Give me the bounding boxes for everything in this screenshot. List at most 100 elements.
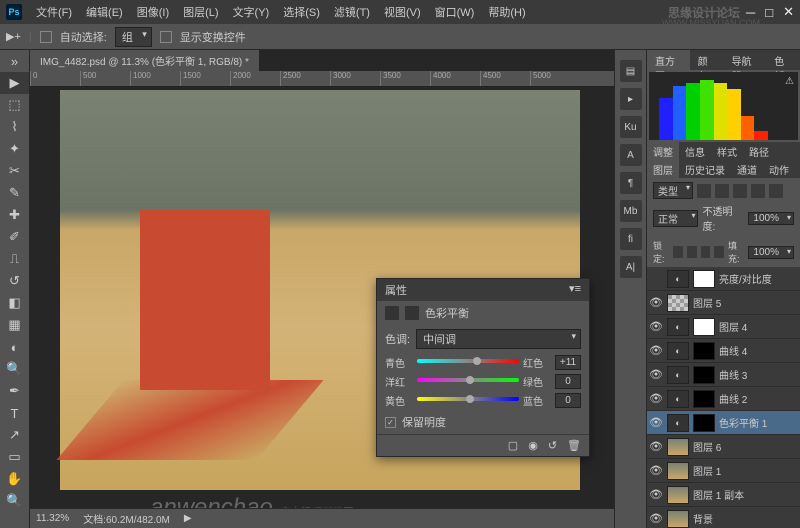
visibility-toggle[interactable]: 👁 [649, 416, 663, 429]
lock-pos-icon[interactable] [701, 246, 711, 258]
auto-select-checkbox[interactable] [40, 31, 52, 43]
blend-mode-combo[interactable]: 正常 [653, 210, 698, 227]
pen-tool[interactable]: ✒ [0, 380, 29, 402]
layer-thumbnail[interactable] [667, 294, 689, 312]
tab-info[interactable]: 信息 [679, 142, 711, 160]
dodge-tool[interactable]: 🔍 [0, 358, 29, 380]
hand-tool[interactable]: ✋ [0, 468, 29, 490]
tab-adjustments[interactable]: 调整 [647, 142, 679, 160]
close-icon[interactable]: ✕ [783, 4, 794, 20]
properties-tab[interactable]: 属性 [385, 282, 407, 298]
menu-select[interactable]: 选择(S) [277, 2, 326, 22]
layer-name[interactable]: 图层 4 [719, 319, 747, 334]
tab-styles[interactable]: 样式 [711, 142, 743, 160]
menu-window[interactable]: 窗口(W) [429, 2, 481, 22]
yellow-blue-slider[interactable] [417, 397, 519, 405]
fill-value[interactable]: 100% [748, 246, 794, 259]
brush-tool[interactable]: ✐ [0, 226, 29, 248]
view-previous-icon[interactable]: ◉ [528, 439, 538, 452]
visibility-toggle[interactable]: 👁 [649, 440, 663, 453]
crop-tool[interactable]: ✂ [0, 160, 29, 182]
tab-navigator[interactable]: 导航器 [724, 50, 767, 70]
visibility-toggle[interactable]: 👁 [649, 464, 663, 477]
layer-thumbnail[interactable]: ◐ [667, 414, 689, 432]
layer-thumbnail[interactable] [693, 390, 715, 408]
layer-row[interactable]: 👁◐曲线 3 [647, 363, 800, 387]
tone-combo[interactable]: 中间调 [416, 329, 581, 349]
type-tool[interactable]: T [0, 402, 29, 424]
filter-adj-icon[interactable] [715, 184, 729, 198]
reset-icon[interactable]: ↺ [548, 439, 557, 452]
dock-brush-icon[interactable]: Mb [620, 200, 642, 222]
dock-kuler-icon[interactable]: Ku [620, 116, 642, 138]
collapse-icon[interactable]: » [0, 50, 29, 72]
visibility-toggle[interactable]: 👁 [649, 296, 663, 309]
menu-file[interactable]: 文件(F) [30, 2, 78, 22]
layer-filter-kind[interactable]: 类型 [653, 182, 693, 199]
filter-smart-icon[interactable] [769, 184, 783, 198]
blur-tool[interactable]: ◐ [0, 336, 29, 358]
layer-name[interactable]: 图层 1 副本 [693, 487, 744, 502]
lock-all-icon[interactable] [714, 246, 724, 258]
clip-icon[interactable]: ▢ [508, 439, 518, 452]
visibility-toggle[interactable]: 👁 [649, 320, 663, 333]
layer-thumbnail[interactable]: ◐ [667, 342, 689, 360]
dock-actions-icon[interactable]: ▸ [620, 88, 642, 110]
magenta-green-slider[interactable] [417, 378, 519, 386]
lock-trans-icon[interactable] [673, 246, 683, 258]
tab-histogram[interactable]: 直方图 [647, 50, 690, 70]
gradient-tool[interactable]: ▦ [0, 314, 29, 336]
wand-tool[interactable]: ✦ [0, 138, 29, 160]
layer-thumbnail[interactable] [667, 438, 689, 456]
layer-name[interactable]: 图层 1 [693, 463, 721, 478]
dock-char-icon[interactable]: A [620, 144, 642, 166]
opacity-value[interactable]: 100% [748, 212, 794, 225]
layer-row[interactable]: 👁 图层 6 [647, 435, 800, 459]
layer-thumbnail[interactable] [693, 318, 715, 336]
visibility-toggle[interactable]: 👁 [649, 488, 663, 501]
layer-name[interactable]: 图层 6 [693, 439, 721, 454]
visibility-toggle[interactable]: 👁 [649, 368, 663, 381]
move-tool[interactable]: ▶ [0, 72, 29, 94]
layer-row[interactable]: 👁 背景 [647, 507, 800, 528]
delete-icon[interactable]: 🗑 [567, 439, 581, 452]
tab-layers[interactable]: 图层 [647, 160, 679, 178]
tab-history[interactable]: 历史记录 [679, 160, 731, 178]
visibility-toggle[interactable]: 👁 [649, 512, 663, 525]
path-tool[interactable]: ↗ [0, 424, 29, 446]
eraser-tool[interactable]: ◧ [0, 292, 29, 314]
layer-thumbnail[interactable] [667, 462, 689, 480]
layer-name[interactable]: 曲线 4 [719, 343, 747, 358]
status-arrow-icon[interactable]: ▶ [184, 513, 192, 524]
layer-name[interactable]: 图层 5 [693, 295, 721, 310]
tab-paths[interactable]: 路径 [743, 142, 775, 160]
tab-actions[interactable]: 动作 [763, 160, 795, 178]
maximize-icon[interactable]: □ [765, 5, 773, 20]
layer-thumbnail[interactable] [693, 366, 715, 384]
filter-pixel-icon[interactable] [697, 184, 711, 198]
tab-swatches[interactable]: 色板 [766, 50, 800, 70]
marquee-tool[interactable]: ⬚ [0, 94, 29, 116]
show-transform-checkbox[interactable] [160, 31, 172, 43]
dock-history-icon[interactable]: ▤ [620, 60, 642, 82]
visibility-toggle[interactable]: 👁 [649, 392, 663, 405]
menu-filter[interactable]: 滤镜(T) [328, 2, 376, 22]
layer-row[interactable]: 👁◐曲线 2 [647, 387, 800, 411]
layer-name[interactable]: 亮度/对比度 [719, 271, 772, 286]
layer-name[interactable]: 背景 [693, 511, 713, 526]
layer-row[interactable]: ◐亮度/对比度 [647, 267, 800, 291]
cyan-red-value[interactable]: +11 [555, 355, 581, 370]
menu-image[interactable]: 图像(I) [131, 2, 175, 22]
layer-name[interactable]: 曲线 3 [719, 367, 747, 382]
menu-view[interactable]: 视图(V) [378, 2, 427, 22]
histogram-warning-icon[interactable]: ⚠ [785, 76, 794, 87]
menu-type[interactable]: 文字(Y) [227, 2, 276, 22]
layer-row[interactable]: 👁 图层 5 [647, 291, 800, 315]
layer-row[interactable]: 👁 图层 1 副本 [647, 483, 800, 507]
zoom-tool[interactable]: 🔍 [0, 490, 29, 512]
stamp-tool[interactable]: ⎍ [0, 248, 29, 270]
layers-list[interactable]: ◐亮度/对比度👁图层 5👁◐图层 4👁◐曲线 4👁◐曲线 3👁◐曲线 2👁◐色彩… [647, 267, 800, 528]
move-tool-icon[interactable]: ▶+ [6, 30, 21, 43]
lasso-tool[interactable]: ⌇ [0, 116, 29, 138]
auto-select-combo[interactable]: 组 [115, 27, 152, 47]
